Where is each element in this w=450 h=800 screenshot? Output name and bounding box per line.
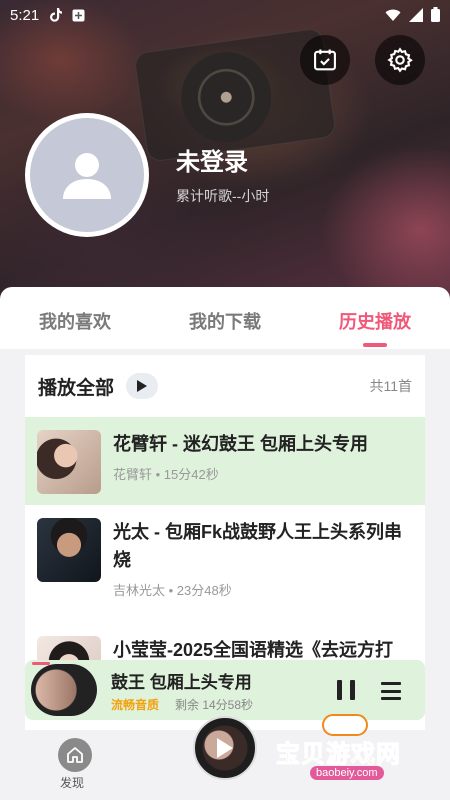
mini-progress [32,662,50,665]
home-icon [67,747,83,763]
play-icon [217,738,233,758]
tiktok-icon [49,8,63,22]
turntable-platter [175,46,278,149]
gamepad-icon [322,714,368,736]
avatar[interactable] [25,113,149,237]
settings-button[interactable] [375,35,425,85]
username[interactable]: 未登录 [176,142,248,177]
list-item[interactable]: 花臂轩 - 迷幻鼓王 包厢上头专用 花臂轩 • 15分42秒 [25,417,425,505]
song-count: 共11首 [369,378,412,394]
library-tabs: 我的喜欢 我的下载 历史播放 [0,287,450,349]
watermark-text: 宝贝游戏网 [276,741,401,769]
profile-header: 未登录 累计听歌--小时 [0,0,450,305]
notification-icon [71,8,85,22]
pause-icon [337,680,342,700]
battery-icon [431,7,440,22]
menu-icon [381,682,401,685]
playlist-button[interactable] [381,682,401,700]
tab-history[interactable]: 历史播放 [300,287,450,349]
mini-player-title: 鼓王 包厢上头专用 [111,673,252,692]
watermark: 宝贝游戏网 baobeiy.com [270,708,430,788]
calendar-button[interactable] [300,35,350,85]
song-title: 花臂轩 - 迷幻鼓王 包厢上头专用 [113,434,368,454]
play-icon [137,380,148,392]
tab-favorites[interactable]: 我的喜欢 [0,287,150,349]
user-icon [63,153,111,199]
gear-icon [387,47,413,73]
play-all-button[interactable] [126,373,159,399]
song-cover [37,518,101,582]
pause-button[interactable] [337,680,355,700]
calendar-icon [314,49,336,71]
signal-icon [409,7,423,22]
list-item[interactable]: 光太 - 包厢Fk战鼓野人王上头系列串烧 吉林光太 • 23分48秒 [25,505,425,623]
play-all-label[interactable]: 播放全部 [38,373,114,400]
song-meta: 花臂轩 • 15分42秒 [113,467,219,482]
list-header: 播放全部 共11首 [25,355,425,417]
mini-player-cover [31,664,97,716]
wifi-icon [385,9,401,21]
nav-discover[interactable] [58,738,92,772]
audio-quality[interactable]: 流畅音质 [111,696,159,713]
watermark-url: baobeiy.com [310,766,384,780]
song-cover [37,430,101,494]
song-title: 光太 - 包厢Fk战鼓野人王上头系列串烧 [113,522,403,570]
status-time: 5:21 [10,6,40,24]
status-bar: 5:21 [0,0,450,30]
tab-downloads[interactable]: 我的下载 [150,287,300,349]
center-play-button[interactable] [193,716,257,780]
song-meta: 吉林光太 • 23分48秒 [113,583,232,598]
nav-discover-label: 发现 [60,776,85,790]
listen-time: 累计听歌--小时 [176,188,270,204]
remaining-time: 剩余 14分58秒 [175,698,254,712]
